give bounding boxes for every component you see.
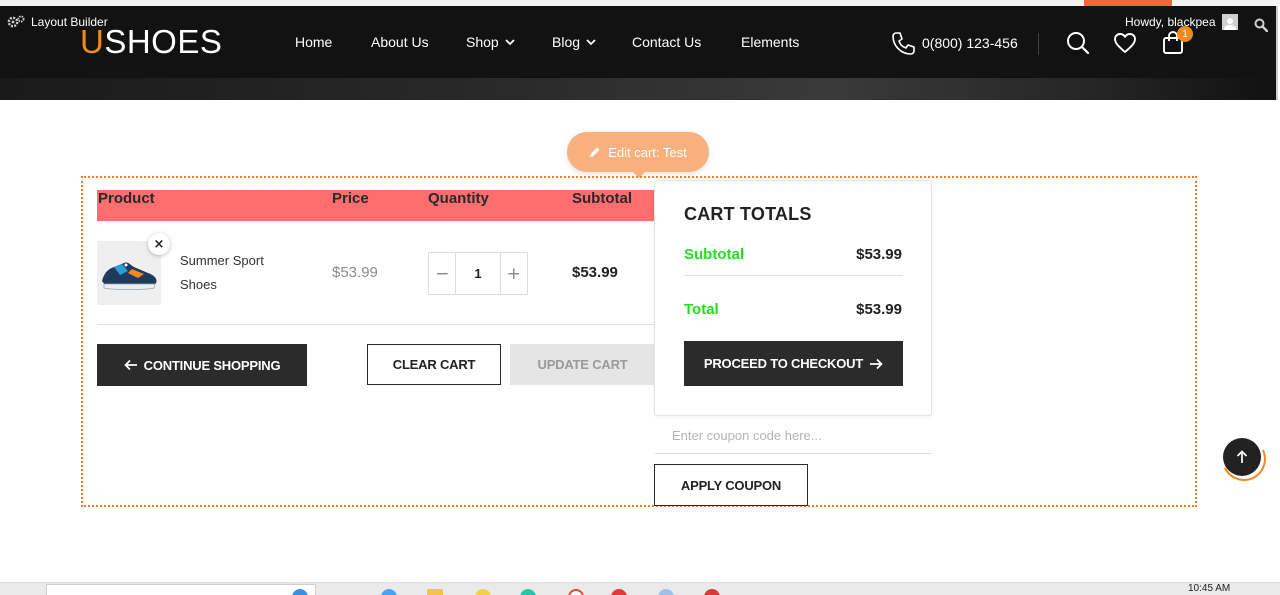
os-taskbar: 10:45 AM [0,582,1280,595]
proceed-to-checkout-button[interactable]: PROCEED TO CHECKOUT [684,341,903,386]
header-product: Product [98,190,155,207]
quantity-input[interactable]: 1 [455,253,501,294]
update-cart-label: UPDATE CART [537,357,628,372]
app-icon[interactable] [704,589,720,595]
nav-shop[interactable]: Shop [466,34,515,50]
cart-totals-panel: CART TOTALS Subtotal $53.99 Total $53.99… [654,180,932,416]
header-divider [1038,33,1039,55]
clear-cart-label: CLEAR CART [392,357,476,372]
arrow-right-icon [870,358,883,369]
chevron-down-icon [505,38,515,45]
total-value: $53.99 [856,301,902,318]
admin-search-icon[interactable] [1254,18,1268,32]
edit-cart-button[interactable]: Edit cart: Test [567,132,709,178]
app-icon[interactable] [381,589,397,595]
nav-shop-label: Shop [466,34,499,50]
subtotal-label: Subtotal [684,246,744,263]
coupon-code-input[interactable] [655,418,932,454]
total-label: Total [684,301,719,318]
logo-text: SHOES [104,23,223,60]
arrow-up-icon [1236,450,1248,463]
taskbar-clock: 10:45 AM [1188,583,1231,594]
page: Layout Builder USHOES Home About Us Shop… [0,0,1280,595]
continue-shopping-button[interactable]: CONTINUE SHOPPING [97,344,307,386]
nav-blog-label: Blog [552,34,581,50]
pencil-icon [590,147,600,157]
header-quantity: Quantity [428,190,489,207]
header-subtotal: Subtotal [572,190,632,207]
gears-icon [7,15,25,28]
app-icon[interactable] [475,589,491,595]
nav-home[interactable]: Home [295,34,332,50]
chevron-down-icon [586,38,596,45]
app-icon[interactable] [658,589,674,595]
row-divider [97,324,655,325]
phone-number: 0(800) 123-456 [922,35,1018,51]
subtotal-value: $53.99 [856,246,902,263]
shoe-image [102,262,157,290]
header-texture [0,78,1278,100]
howdy-label: Howdy, blackpea [1125,15,1216,29]
quantity-increase-button[interactable]: + [501,253,527,294]
remove-item-button[interactable]: × [148,233,170,255]
taskbar-search-box[interactable] [46,584,316,595]
logo-u: U [80,23,105,60]
site-header: Layout Builder USHOES Home About Us Shop… [0,6,1278,100]
folder-icon[interactable] [427,589,443,595]
totals-divider [684,275,903,276]
nav-contact-label: Contact Us [632,34,702,50]
search-icon[interactable] [1065,30,1091,56]
heart-icon[interactable] [1112,30,1138,56]
user-icon [1223,18,1236,30]
header-price: Price [332,190,369,207]
app-icon[interactable] [568,589,584,595]
apply-coupon-label: APPLY COUPON [680,477,782,493]
edit-cart-label: Edit cart: Test [608,144,687,160]
nav-about-us[interactable]: About Us [371,34,429,50]
cart-block-outline [81,176,1197,507]
phone-icon [892,32,915,55]
product-price: $53.99 [332,264,378,281]
header-edge [1276,6,1278,100]
nav-home-label: Home [295,34,333,50]
phone-contact[interactable]: 0(800) 123-456 [890,30,1018,56]
nav-blog[interactable]: Blog [552,34,596,50]
update-cart-button[interactable]: UPDATE CART [510,344,655,385]
nav-about-label: About Us [371,34,429,50]
scroll-to-top-button[interactable] [1223,438,1261,476]
admin-account[interactable]: Howdy, blackpea [1125,14,1238,30]
clear-cart-button[interactable]: CLEAR CART [367,344,501,385]
quantity-decrease-button[interactable]: − [429,253,455,294]
arrow-left-icon [123,359,137,371]
app-icon[interactable] [611,589,627,595]
site-logo[interactable]: USHOES [80,22,222,62]
cart-totals-title: CART TOTALS [684,204,812,224]
cart-table-header: Product Price Quantity Subtotal [97,190,655,221]
quantity-stepper: − 1 + [428,252,528,295]
nav-elements-label: Elements [741,34,800,50]
nav-contact-us[interactable]: Contact Us [632,34,701,50]
row-subtotal: $53.99 [572,264,618,281]
nav-elements[interactable]: Elements [741,34,799,50]
apply-coupon-button[interactable]: APPLY COUPON [654,464,808,506]
app-icon[interactable] [520,589,536,595]
continue-shopping-label: CONTINUE SHOPPING [143,357,281,373]
avatar [1221,14,1238,30]
checkout-label: PROCEED TO CHECKOUT [703,356,864,371]
product-name[interactable]: Summer Sport Shoes [180,249,290,297]
